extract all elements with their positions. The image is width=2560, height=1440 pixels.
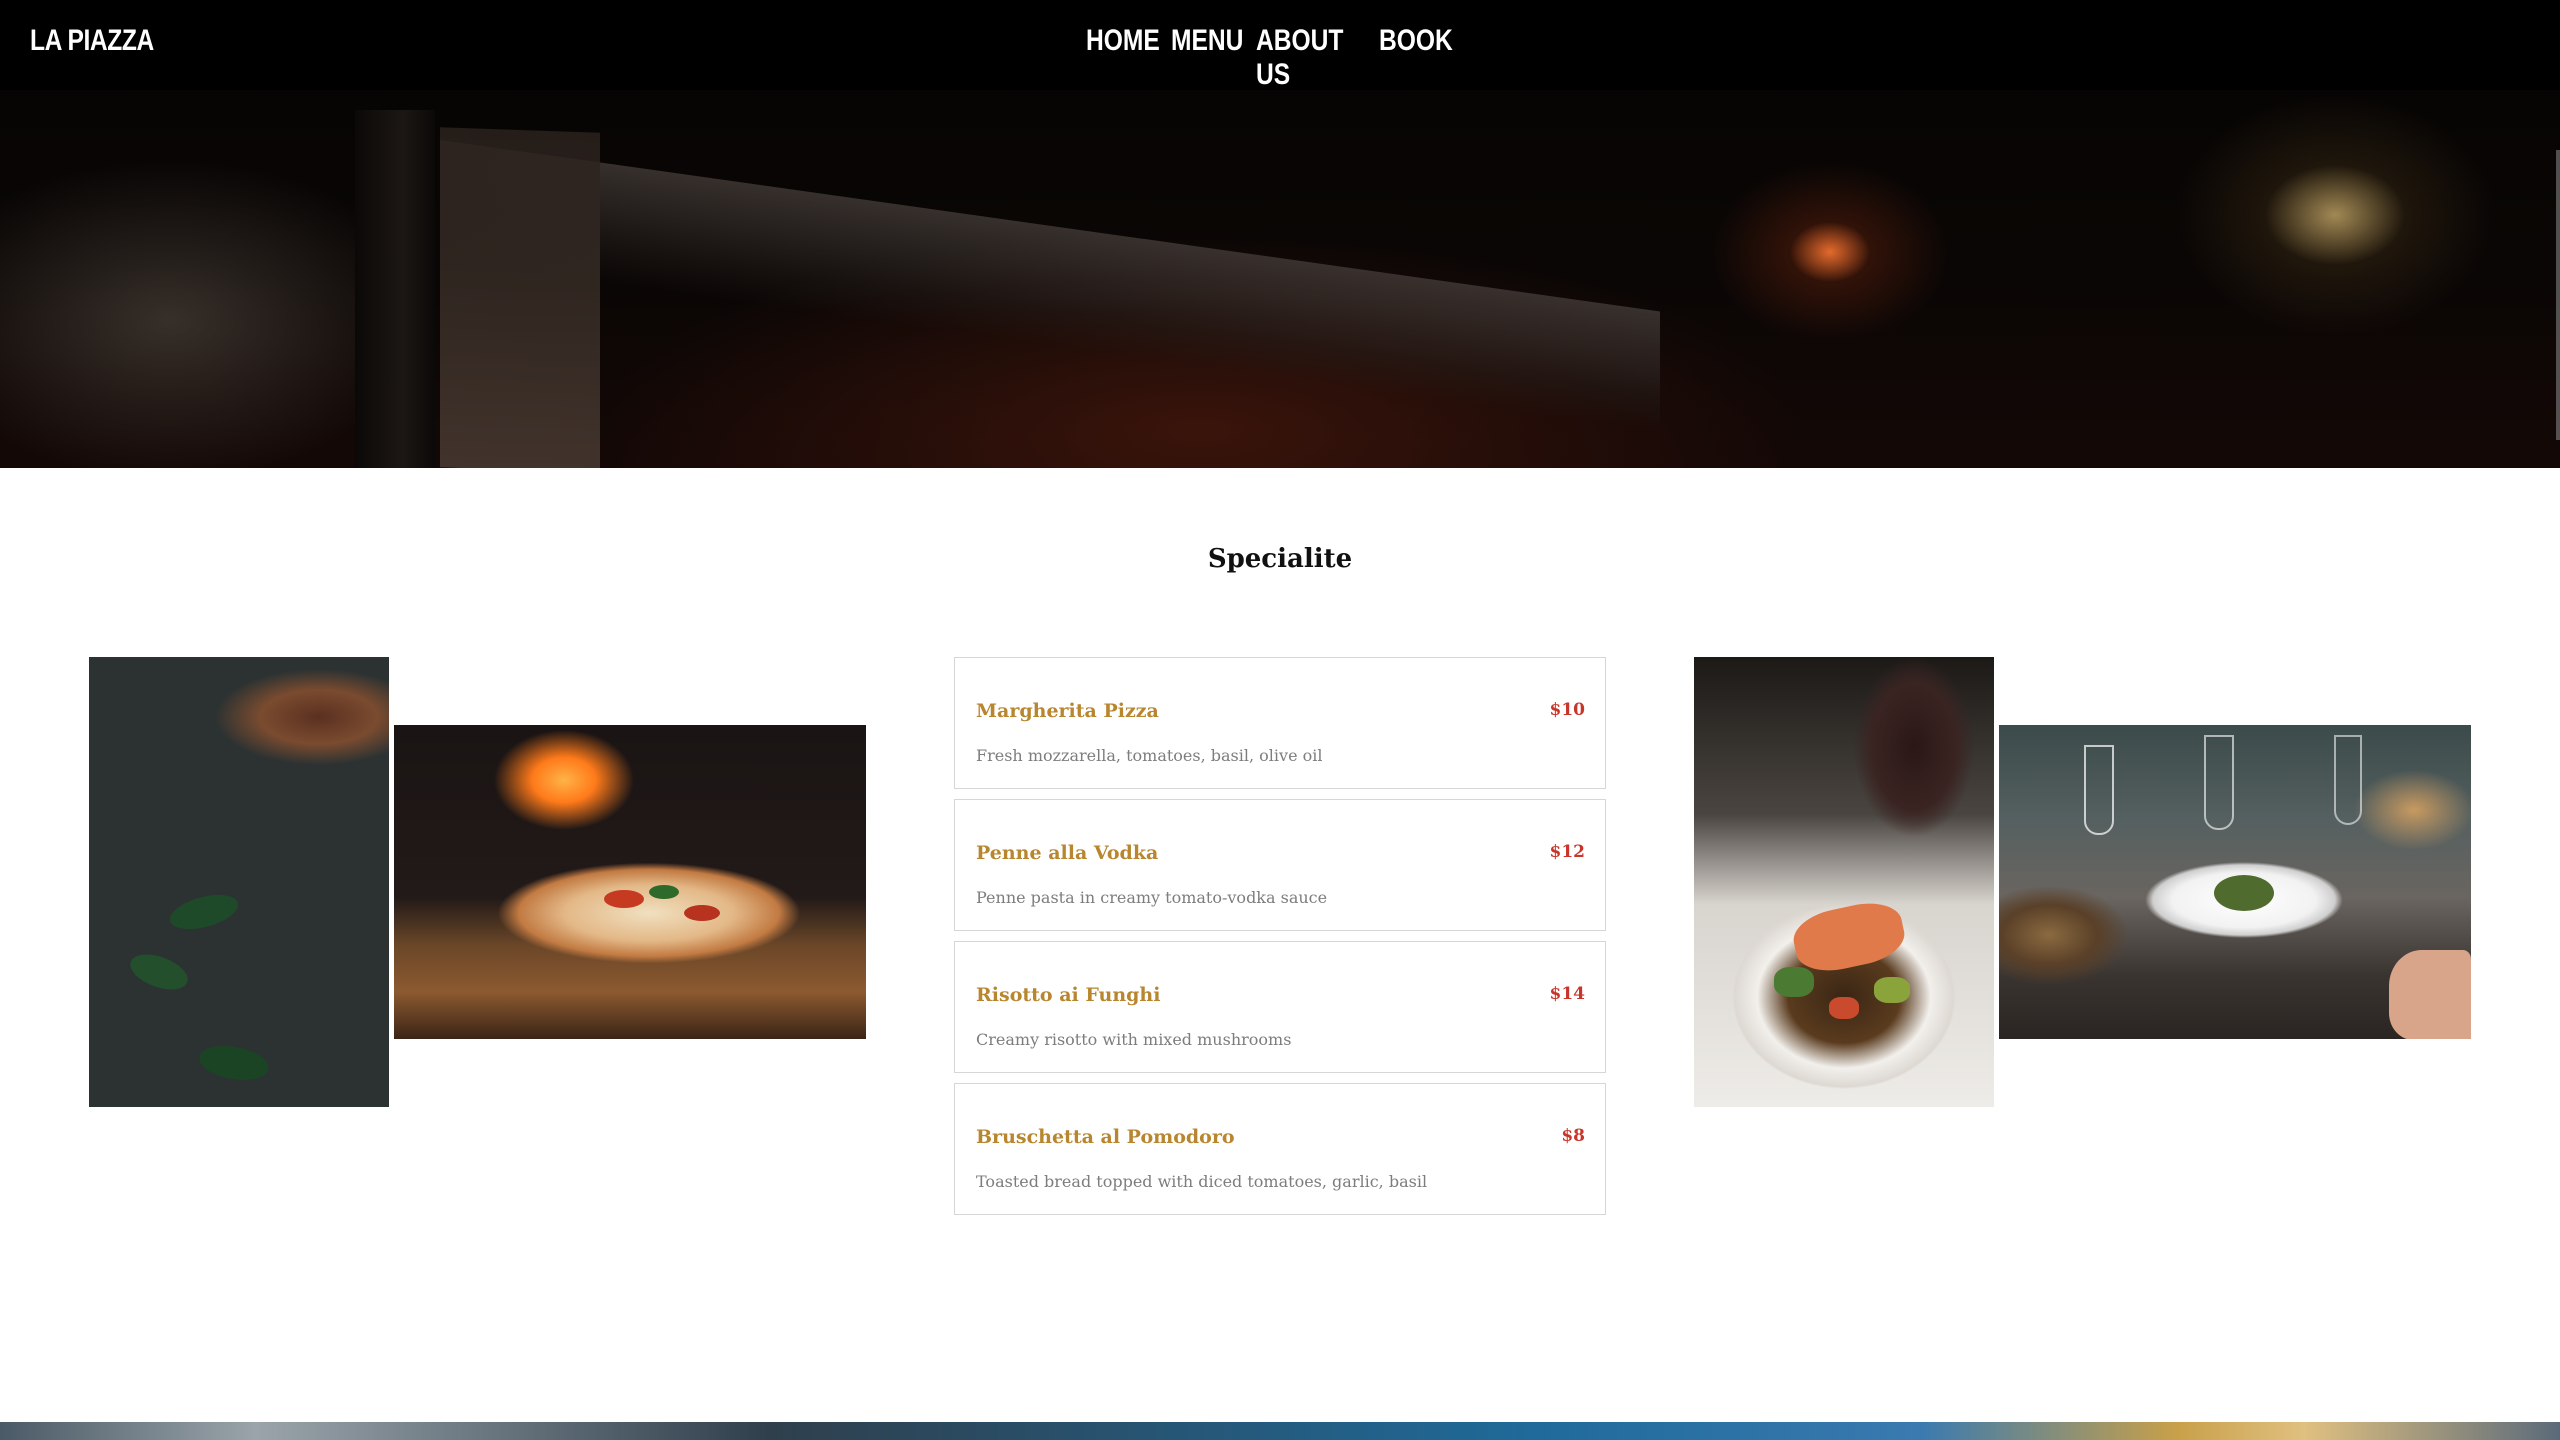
salmon-fillet — [1788, 896, 1910, 978]
dish-name: Penne alla Vodka — [976, 842, 1159, 864]
dish-name: Margherita Pizza — [976, 700, 1159, 722]
scrollbar[interactable] — [2556, 150, 2560, 440]
page: LA PIAZZA HOME MENU ABOUT US BOOK Specia… — [0, 0, 2560, 1440]
dish-name: Risotto ai Funghi — [976, 984, 1161, 1006]
wine-glass — [2084, 745, 2114, 835]
wine-glass — [2204, 735, 2234, 830]
wine-glass — [2334, 735, 2362, 825]
menu-item: Risotto ai Funghi $14 Creamy risotto wit… — [954, 941, 1606, 1073]
vegetable — [1774, 967, 1814, 997]
basil-leaf — [125, 947, 193, 997]
basil-leaf — [649, 885, 679, 899]
dish-name: Bruschetta al Pomodoro — [976, 1126, 1235, 1148]
plated-food — [2214, 875, 2274, 911]
nav-link-about-us[interactable]: ABOUT US — [1256, 24, 1357, 92]
basil-leaf — [196, 1041, 272, 1085]
nav-links: HOME MENU ABOUT US BOOK — [1086, 24, 1453, 92]
dish-description: Fresh mozzarella, tomatoes, basil, olive… — [976, 746, 1323, 765]
hand — [2389, 950, 2471, 1039]
dish-price: $12 — [1549, 842, 1586, 862]
pizza-slice-photo — [89, 657, 389, 1107]
hero-oven-edge — [440, 140, 1660, 432]
basil-leaf — [166, 888, 242, 936]
dish-price: $14 — [1549, 984, 1586, 1004]
vegetable — [1874, 977, 1910, 1003]
nav-link-book[interactable]: BOOK — [1379, 24, 1453, 92]
section-title: Specialite — [1207, 544, 1353, 574]
pizza-oven-photo — [394, 725, 866, 1039]
nav-link-home[interactable]: HOME — [1086, 24, 1160, 92]
hero-pillar — [355, 110, 435, 468]
vegetable — [1829, 997, 1859, 1019]
dish-price: $10 — [1549, 700, 1586, 720]
nav-link-menu[interactable]: MENU — [1171, 24, 1243, 92]
salmon-dish-photo — [1694, 657, 1994, 1107]
dish-description: Toasted bread topped with diced tomatoes… — [976, 1172, 1428, 1191]
next-section-image-strip — [0, 1422, 2560, 1440]
dish-description: Penne pasta in creamy tomato-vodka sauce — [976, 888, 1328, 907]
menu-item: Bruschetta al Pomodoro $8 Toasted bread … — [954, 1083, 1606, 1215]
dish-description: Creamy risotto with mixed mushrooms — [976, 1030, 1292, 1049]
specialite-menu-list: Margherita Pizza $10 Fresh mozzarella, t… — [954, 657, 1606, 1225]
menu-item: Penne alla Vodka $12 Penne pasta in crea… — [954, 799, 1606, 931]
tomato-sauce-spot — [684, 905, 720, 921]
menu-item: Margherita Pizza $10 Fresh mozzarella, t… — [954, 657, 1606, 789]
hero-oven-brick — [440, 127, 600, 468]
top-navbar: LA PIAZZA HOME MENU ABOUT US BOOK — [0, 0, 2560, 92]
tomato-sauce-spot — [604, 890, 644, 908]
brand-logo[interactable]: LA PIAZZA — [30, 24, 154, 58]
dining-table-photo — [1999, 725, 2471, 1039]
dish-price: $8 — [1561, 1126, 1585, 1146]
